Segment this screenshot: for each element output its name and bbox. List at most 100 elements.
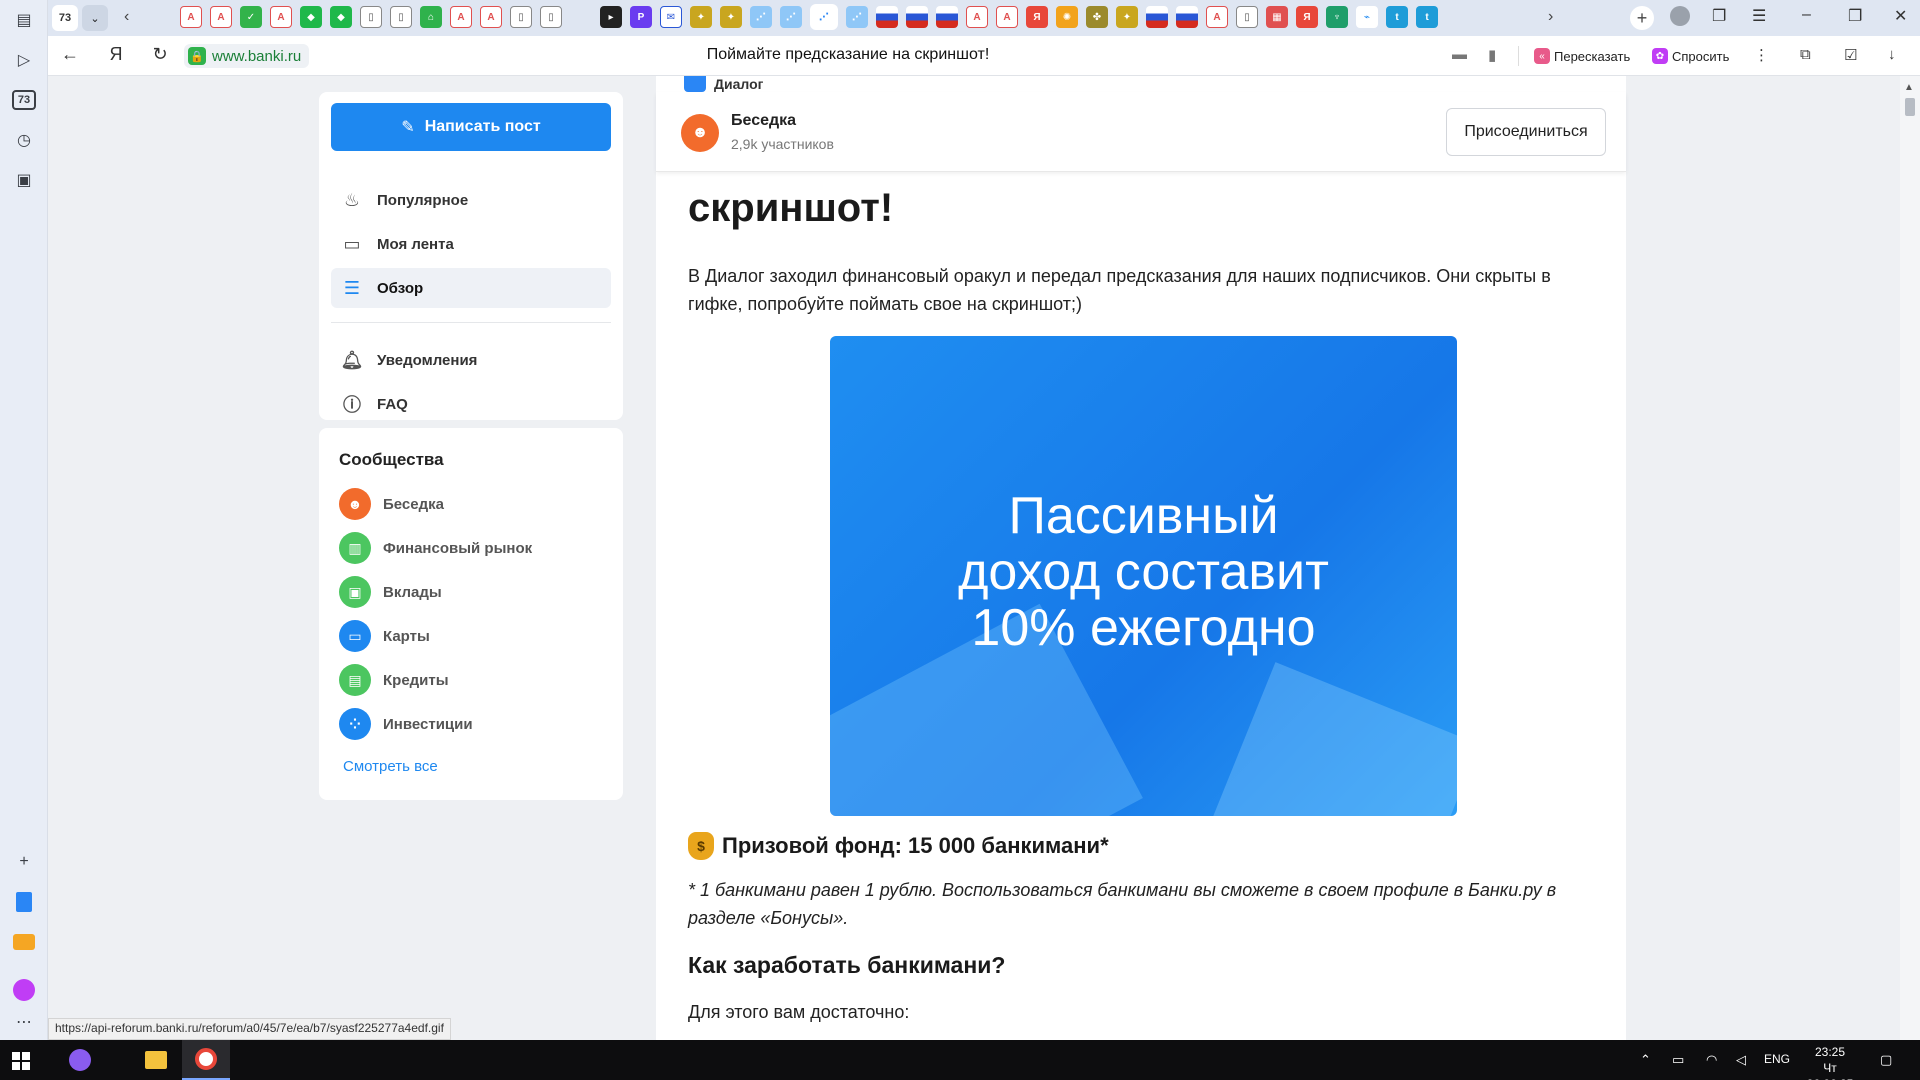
wifi-icon[interactable]: ◠ xyxy=(1706,1052,1717,1068)
clock[interactable]: 23:25 Чт 26.06.25 xyxy=(1800,1044,1860,1080)
tab-counter[interactable]: 73 xyxy=(52,5,78,31)
tab-favicon[interactable]: P xyxy=(630,6,652,28)
tabs-panel-icon[interactable]: ▤ xyxy=(10,6,38,34)
screenshot-icon[interactable]: ▣ xyxy=(10,166,38,194)
collections-icon[interactable]: ❐ xyxy=(1712,6,1726,26)
restore-icon[interactable]: ❐ xyxy=(1848,6,1862,26)
add-panel-icon[interactable]: + xyxy=(10,848,38,876)
tab-favicon[interactable] xyxy=(906,6,928,28)
tab-favicon[interactable]: ◆ xyxy=(330,6,352,28)
community-name[interactable]: Беседка xyxy=(731,112,796,130)
tab-favicon[interactable]: А xyxy=(270,6,292,28)
tab-favicon[interactable]: ▸ xyxy=(600,6,622,28)
tab-favicon[interactable]: А xyxy=(480,6,502,28)
alice-taskbar-icon[interactable] xyxy=(56,1040,104,1080)
docs-icon[interactable] xyxy=(10,888,38,916)
tab-favicon[interactable]: ♆ xyxy=(1326,6,1348,28)
community-financial-market[interactable]: ▥ Финансовый рынок xyxy=(339,530,532,566)
tab-favicon[interactable]: ⌂ xyxy=(420,6,442,28)
tab-favicon[interactable]: t xyxy=(1386,6,1408,28)
retell-button[interactable]: « Пересказать xyxy=(1534,43,1630,69)
yandex-browser-taskbar-icon[interactable] xyxy=(182,1040,230,1080)
bookmark-icon[interactable]: ▮ xyxy=(1488,46,1496,64)
tab-favicon[interactable]: А xyxy=(1206,6,1228,28)
mail-icon[interactable] xyxy=(10,928,38,956)
tab-favicon[interactable]: ⋰ xyxy=(780,6,802,28)
tab-favicon[interactable] xyxy=(936,6,958,28)
tab-favicon[interactable]: ▯ xyxy=(360,6,382,28)
see-all-link[interactable]: Смотреть все xyxy=(343,758,438,775)
community-credits[interactable]: ▤ Кредиты xyxy=(339,662,449,698)
ask-button[interactable]: ✿ Спросить xyxy=(1652,43,1729,69)
more-vertical-icon[interactable]: ⋮ xyxy=(1754,46,1769,64)
community-deposits[interactable]: ▣ Вклады xyxy=(339,574,442,610)
minimize-icon[interactable]: – xyxy=(1802,6,1811,24)
tab-favicon[interactable]: ✺ xyxy=(1056,6,1078,28)
tab-favicon[interactable]: ⋰ xyxy=(846,6,868,28)
nav-item-my-feed[interactable]: ▭ Моя лента xyxy=(331,224,611,264)
write-post-button[interactable]: ✎ Написать пост xyxy=(331,103,611,151)
tab-favicon[interactable]: А xyxy=(996,6,1018,28)
tab-favicon[interactable] xyxy=(1146,6,1168,28)
tab-favicon[interactable]: ▯ xyxy=(390,6,412,28)
tab-favicon-active[interactable]: ⋰ xyxy=(810,4,838,30)
more-icon[interactable]: ⋯ xyxy=(10,1008,38,1036)
tab-favicon[interactable]: А xyxy=(180,6,202,28)
nav-item-faq[interactable]: ⓘ FAQ xyxy=(331,384,611,424)
tab-count-badge[interactable]: 73 xyxy=(12,90,36,110)
menu-icon[interactable]: ☰ xyxy=(1752,6,1766,26)
tab-favicon[interactable]: А xyxy=(966,6,988,28)
tab-favicon[interactable]: ✤ xyxy=(1086,6,1108,28)
language-indicator[interactable]: ENG xyxy=(1764,1052,1790,1066)
nav-item-notifications[interactable]: 🔔︎ Уведомления xyxy=(331,340,611,380)
community-cards[interactable]: ▭ Карты xyxy=(339,618,430,654)
battery-icon[interactable]: ▭ xyxy=(1672,1052,1684,1068)
scroll-thumb[interactable] xyxy=(1905,98,1915,116)
alice-icon[interactable] xyxy=(10,976,38,1004)
tab-favicon[interactable]: ▯ xyxy=(510,6,532,28)
scrollbar[interactable]: ▲ xyxy=(1900,76,1920,1040)
tab-favicon[interactable]: ◆ xyxy=(300,6,322,28)
play-icon[interactable]: ▷ xyxy=(10,46,38,74)
tab-favicon[interactable] xyxy=(876,6,898,28)
join-button[interactable]: Присоединиться xyxy=(1446,108,1606,156)
tab-favicon[interactable]: А xyxy=(210,6,232,28)
tab-favicon[interactable]: ✓ xyxy=(240,6,262,28)
downloads-icon[interactable]: ☑ xyxy=(1844,46,1857,64)
tab-favicon[interactable] xyxy=(1176,6,1198,28)
download-arrow-icon[interactable]: ↓ xyxy=(1888,46,1896,63)
tab-favicon[interactable]: ✦ xyxy=(690,6,712,28)
close-icon[interactable]: ✕ xyxy=(1894,6,1907,26)
nav-item-popular[interactable]: ♨ Популярное xyxy=(331,180,611,220)
notifications-icon[interactable]: ▢ xyxy=(1880,1052,1892,1068)
tab-favicon[interactable]: ⌁ xyxy=(1356,6,1378,28)
tab-favicon[interactable]: ⋰ xyxy=(750,6,772,28)
community-investments[interactable]: ⁘ Инвестиции xyxy=(339,706,473,742)
chevron-down-icon[interactable]: ⌄ xyxy=(82,5,108,31)
tab-favicon[interactable]: t xyxy=(1416,6,1438,28)
translate-icon[interactable]: ⧉ xyxy=(1800,46,1811,63)
tab-favicon[interactable]: ▦ xyxy=(1266,6,1288,28)
comment-icon[interactable]: ▬ xyxy=(1452,46,1467,63)
explorer-taskbar-icon[interactable] xyxy=(132,1040,180,1080)
chevron-up-icon[interactable]: ⌃ xyxy=(1640,1052,1651,1068)
tab-favicon[interactable]: ✉ xyxy=(660,6,682,28)
community-beseda[interactable]: ☻ Беседка xyxy=(339,486,444,522)
people-icon[interactable]: ☻ xyxy=(681,114,719,152)
scroll-right-icon[interactable]: › xyxy=(1548,8,1553,26)
volume-icon[interactable]: ◁ xyxy=(1736,1052,1746,1068)
tab-favicon[interactable]: Я xyxy=(1026,6,1048,28)
tab-favicon[interactable]: ▯ xyxy=(540,6,562,28)
tab-favicon[interactable] xyxy=(570,6,592,28)
tab-favicon[interactable]: ✦ xyxy=(720,6,742,28)
windows-start-icon[interactable] xyxy=(12,1052,30,1070)
scroll-up-icon[interactable]: ▲ xyxy=(1904,82,1914,93)
new-tab-button[interactable]: + xyxy=(1630,6,1654,30)
nav-item-overview[interactable]: ☰ Обзор xyxy=(331,268,611,308)
tab-favicon[interactable]: ▯ xyxy=(1236,6,1258,28)
history-icon[interactable]: ◷ xyxy=(10,126,38,154)
profile-icon[interactable] xyxy=(1670,6,1690,31)
tab-favicon[interactable]: ✦ xyxy=(1116,6,1138,28)
tab-favicon[interactable]: Я xyxy=(1296,6,1318,28)
tab-favicon[interactable]: А xyxy=(450,6,472,28)
